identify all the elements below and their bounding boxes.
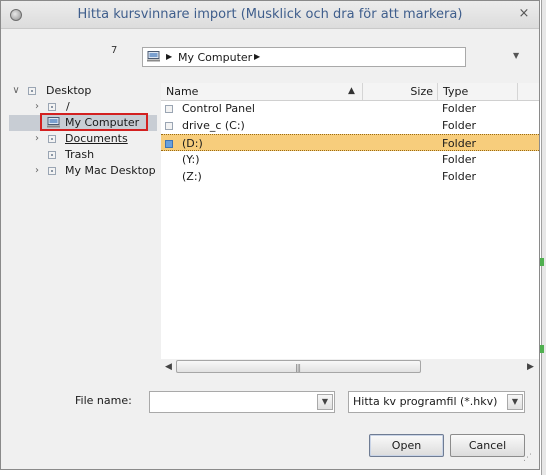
file-name: (D:) [182, 137, 203, 150]
sort-ascending-icon: ▲ [348, 86, 355, 96]
scrollbar-thumb[interactable]: ||| [176, 360, 421, 373]
drive-icon [165, 122, 173, 130]
file-type: Folder [442, 137, 476, 150]
column-header-size[interactable]: Size [363, 83, 438, 100]
open-button[interactable]: Open [369, 434, 444, 457]
cancel-button[interactable]: Cancel [450, 434, 525, 457]
grip-icon: ||| [295, 363, 301, 372]
tree-item-my-mac-desktop[interactable]: › My Mac Desktop [9, 163, 157, 179]
tree-item-label: Desktop [46, 84, 92, 97]
tree-item-label: Documents [65, 132, 128, 145]
file-open-dialog: Hitta kursvinnare import (Musklick och d… [0, 0, 540, 470]
folder-icon [48, 103, 56, 111]
file-list: Name ▲ Size Type Control Panel Folder dr… [161, 83, 539, 375]
chevron-right-icon[interactable]: › [32, 163, 42, 179]
folder-icon [28, 87, 36, 95]
window-title: Hitta kursvinnare import (Musklick och d… [77, 7, 463, 22]
folder-icon [165, 105, 173, 113]
path-separator-icon[interactable]: ▶ [254, 52, 260, 61]
path-segment[interactable]: My Computer [178, 51, 252, 64]
folder-icon [48, 135, 56, 143]
tree-item-documents[interactable]: › Documents [9, 131, 157, 147]
chevron-down-icon[interactable]: ▼ [513, 51, 519, 60]
tree-item-label: Trash [65, 148, 95, 161]
close-icon[interactable]: × [515, 5, 533, 23]
file-type-filter[interactable]: Hitta kv programfil (*.hkv) ▼ [348, 391, 525, 413]
list-item[interactable]: (Y:) Folder [161, 151, 539, 168]
tree-item-desktop[interactable]: ∨ Desktop [9, 83, 157, 99]
file-type: Folder [442, 153, 476, 166]
chevron-down-icon[interactable]: ∨ [11, 83, 21, 99]
file-name: (Z:) [182, 170, 202, 183]
path-prefix-mark: 7 [111, 45, 118, 56]
column-header-type[interactable]: Type [438, 83, 518, 100]
tree-item-trash[interactable]: Trash [9, 147, 157, 163]
list-item[interactable]: drive_c (C:) Folder [161, 117, 539, 134]
title-bar: Hitta kursvinnare import (Musklick och d… [1, 1, 539, 29]
column-header-name[interactable]: Name [161, 83, 363, 100]
path-bar[interactable]: ▶ My Computer ▶ [142, 47, 466, 67]
list-header: Name ▲ Size Type [161, 83, 539, 101]
folder-icon [48, 167, 56, 175]
file-type-filter-value: Hitta kv programfil (*.hkv) [353, 395, 498, 408]
chevron-right-icon[interactable]: › [32, 131, 42, 147]
path-separator-icon[interactable]: ▶ [166, 52, 172, 61]
file-type: Folder [442, 170, 476, 183]
background-window-edge [541, 0, 546, 475]
file-name: drive_c (C:) [182, 119, 245, 132]
annotation-highlight-box [40, 113, 148, 131]
file-name-label: File name: [75, 394, 132, 407]
resize-grip-icon[interactable]: ⋰ [523, 453, 532, 463]
horizontal-scrollbar[interactable]: ◀ ||| ▶ [161, 359, 539, 375]
file-name-input[interactable]: ▼ [149, 391, 335, 413]
scroll-right-icon[interactable]: ▶ [527, 362, 534, 372]
file-type: Folder [442, 102, 476, 115]
background-marker [540, 258, 544, 266]
scroll-left-icon[interactable]: ◀ [165, 362, 172, 372]
drive-icon [165, 140, 173, 148]
computer-icon [147, 51, 160, 62]
chevron-down-icon[interactable]: ▼ [317, 394, 333, 410]
background-marker [540, 345, 544, 353]
list-item[interactable]: Control Panel Folder [161, 100, 539, 117]
chevron-down-icon[interactable]: ▼ [507, 394, 523, 410]
file-type: Folder [442, 119, 476, 132]
list-item[interactable]: (Z:) Folder [161, 168, 539, 185]
file-name: (Y:) [182, 153, 200, 166]
list-item-selected[interactable]: (D:) Folder [161, 134, 539, 151]
folder-icon [48, 151, 56, 159]
file-name: Control Panel [182, 102, 255, 115]
tree-item-label: My Mac Desktop [65, 164, 156, 177]
